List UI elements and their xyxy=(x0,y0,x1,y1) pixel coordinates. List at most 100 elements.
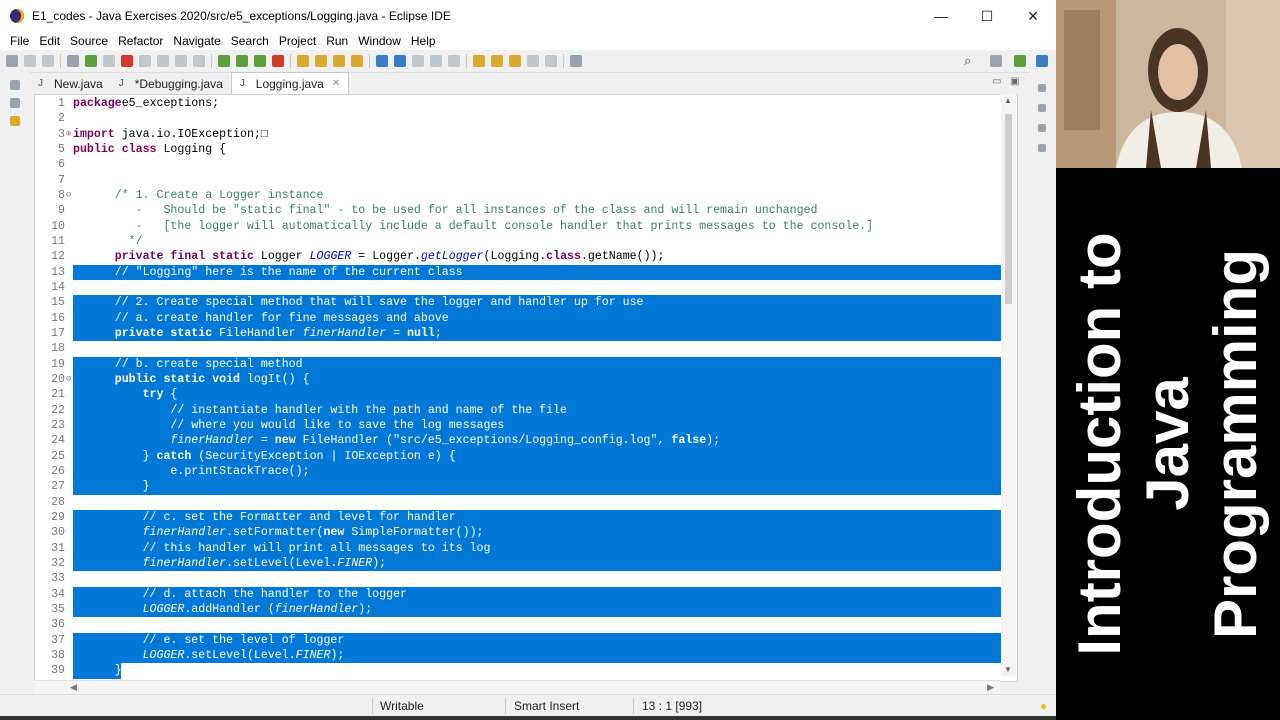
code-line[interactable]: 27 } xyxy=(35,479,1017,495)
fold-toggle-icon[interactable]: ⊕ xyxy=(66,127,72,142)
code-line[interactable]: 34 // d. attach the handler to the logge… xyxy=(35,586,1017,602)
code-line[interactable]: 26 e.printStackTrace(); xyxy=(35,463,1017,480)
maximize-button[interactable]: ☐ xyxy=(964,0,1010,32)
code-line[interactable]: 14 xyxy=(35,280,1017,295)
code-line[interactable]: 39 } xyxy=(35,663,1017,679)
problems-icon[interactable] xyxy=(1038,124,1046,132)
toggle-mark-occurrences-icon[interactable] xyxy=(376,55,388,67)
open-perspective-icon[interactable] xyxy=(990,55,1002,67)
outline-icon[interactable] xyxy=(1038,84,1046,92)
save-all-icon[interactable] xyxy=(42,55,54,67)
code-line[interactable]: 20 ⊖ public static void logIt() { xyxy=(35,371,1017,388)
new-class-icon[interactable] xyxy=(315,55,327,67)
step-return-icon[interactable] xyxy=(193,55,205,67)
horizontal-scrollbar[interactable]: ◀ ▶ xyxy=(34,680,1000,695)
last-edit-location-icon[interactable] xyxy=(509,55,521,67)
scroll-right-icon[interactable]: ▶ xyxy=(987,682,994,693)
menu-window[interactable]: Window xyxy=(358,34,401,48)
code-line[interactable]: 10 - [the logger will automatically incl… xyxy=(35,219,1017,234)
maximize-editor-icon[interactable]: ▣ xyxy=(1010,76,1019,87)
new-package-icon[interactable] xyxy=(297,55,309,67)
menu-project[interactable]: Project xyxy=(279,34,316,48)
package-explorer-icon[interactable] xyxy=(10,98,20,108)
code-line[interactable]: 1 packagee5_exceptions; xyxy=(35,96,1017,111)
debug-perspective-icon[interactable] xyxy=(1036,55,1048,67)
menu-navigate[interactable]: Navigate xyxy=(173,34,220,48)
code-line[interactable]: 31 // this handler will print all messag… xyxy=(35,540,1017,556)
menu-help[interactable]: Help xyxy=(411,34,436,48)
tab-new-java[interactable]: J New.java xyxy=(30,73,111,94)
tab-logging-java[interactable]: J Logging.java ✕ xyxy=(230,72,350,94)
code-line[interactable]: 16 // a. create handler for fine message… xyxy=(35,310,1017,326)
pin-editor-icon[interactable] xyxy=(570,55,582,67)
java-perspective-icon[interactable] xyxy=(1014,55,1026,67)
menu-source[interactable]: Source xyxy=(70,34,108,48)
scroll-up-icon[interactable]: ▲ xyxy=(1004,96,1012,105)
code-line[interactable]: 36 xyxy=(35,617,1017,632)
code-line[interactable]: 6 xyxy=(35,157,1017,172)
task-list-icon[interactable] xyxy=(1038,104,1046,112)
menu-file[interactable]: File xyxy=(10,34,29,48)
code-line[interactable]: 38 LOGGER.setLevel(Level.FINER); xyxy=(35,647,1017,664)
run-icon[interactable] xyxy=(236,55,248,67)
minimize-button[interactable]: — xyxy=(918,0,964,32)
previous-annotation-icon[interactable] xyxy=(491,55,503,67)
toggle-highlight-icon[interactable] xyxy=(394,55,406,67)
code-line[interactable]: 30 finerHandler.setFormatter(new SimpleF… xyxy=(35,525,1017,541)
search-icon[interactable]: ⌕ xyxy=(964,53,971,69)
close-window-button[interactable]: ✕ xyxy=(1010,0,1056,32)
code-line[interactable]: 3 ⊕ import java.io.IOException;□ xyxy=(35,127,1017,142)
scroll-left-icon[interactable]: ◀ xyxy=(70,682,77,693)
restore-icon[interactable] xyxy=(10,80,20,90)
fold-toggle-icon[interactable]: ⊖ xyxy=(66,372,72,387)
code-line[interactable]: 19 // b. create special method xyxy=(35,356,1017,372)
code-line[interactable]: 5 public class Logging { xyxy=(35,142,1017,157)
code-line[interactable]: 29 // c. set the Formatter and level for… xyxy=(35,509,1017,526)
code-editor[interactable]: 1 packagee5_exceptions; 2 3 ⊕ import java.io.… xyxy=(34,94,1018,682)
code-line[interactable]: 37 // e. set the level of logger xyxy=(35,632,1017,648)
code-line[interactable]: 24 finerHandler = new FileHandler ("src/… xyxy=(35,433,1017,449)
code-line[interactable]: 11 */ xyxy=(35,234,1017,249)
tip-lightbulb-icon[interactable]: ● xyxy=(1040,699,1047,713)
back-icon[interactable] xyxy=(527,55,539,67)
code-line[interactable]: 28 xyxy=(35,495,1017,510)
code-line[interactable]: 15 // 2. Create special method that will… xyxy=(35,295,1017,311)
code-line[interactable]: 12 private final static Logger LOGGER = … xyxy=(35,249,1017,264)
code-line[interactable]: 2 xyxy=(35,111,1017,126)
tab-debugging-java[interactable]: J *Debugging.java xyxy=(111,73,231,94)
code-line[interactable]: 17 private static FileHandler finerHandl… xyxy=(35,325,1017,342)
menu-run[interactable]: Run xyxy=(326,34,348,48)
code-line[interactable]: 13 // "Logging" here is the name of the … xyxy=(35,264,1017,280)
search-tool-icon[interactable] xyxy=(351,55,363,67)
tab-close-icon[interactable]: ✕ xyxy=(332,78,340,89)
debug-icon[interactable] xyxy=(218,55,230,67)
code-line[interactable]: 22 // instantiate handler with the path … xyxy=(35,402,1017,418)
code-line[interactable]: 35 LOGGER.addHandler (finerHandler); xyxy=(35,601,1017,618)
scroll-down-icon[interactable]: ▼ xyxy=(1004,665,1012,674)
step-into-icon[interactable] xyxy=(157,55,169,67)
coverage-icon[interactable] xyxy=(254,55,266,67)
menu-edit[interactable]: Edit xyxy=(39,34,60,48)
save-icon[interactable] xyxy=(24,55,36,67)
code-line[interactable]: 9 - Should be "static final" - to be use… xyxy=(35,203,1017,218)
code-line[interactable]: 33 xyxy=(35,571,1017,586)
step-over-icon[interactable] xyxy=(175,55,187,67)
scrollbar-thumb[interactable] xyxy=(1005,114,1012,304)
menu-search[interactable]: Search xyxy=(231,34,269,48)
show-whitespace-icon[interactable] xyxy=(430,55,442,67)
code-line[interactable]: 18 xyxy=(35,341,1017,356)
code-line[interactable]: 8 ⊖ /* 1. Create a Logger instance xyxy=(35,188,1017,203)
type-hierarchy-icon[interactable] xyxy=(10,116,20,126)
paragraph-icon[interactable] xyxy=(448,55,460,67)
code-line[interactable]: 23 // where you would like to save the l… xyxy=(35,417,1017,434)
forward-icon[interactable] xyxy=(545,55,557,67)
new-icon[interactable] xyxy=(6,55,18,67)
skip-breakpoints-icon[interactable] xyxy=(67,55,79,67)
next-annotation-icon[interactable] xyxy=(473,55,485,67)
disconnect-icon[interactable] xyxy=(139,55,151,67)
minimize-editor-icon[interactable]: ▭ xyxy=(992,76,1001,87)
code-line[interactable]: 21 try { xyxy=(35,387,1017,403)
code-line[interactable]: 25 } catch (SecurityException | IOExcept… xyxy=(35,448,1017,464)
code-line[interactable]: 32 finerHandler.setLevel(Level.FINER); xyxy=(35,555,1017,572)
suspend-icon[interactable] xyxy=(103,55,115,67)
